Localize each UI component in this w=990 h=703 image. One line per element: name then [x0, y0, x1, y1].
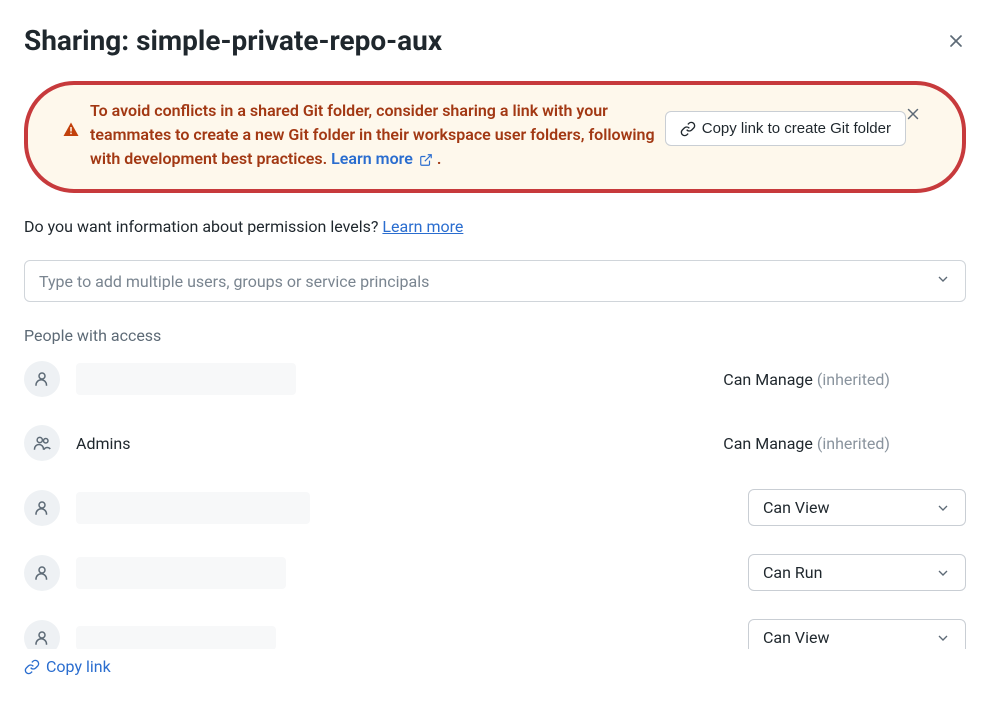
- git-share-alert: To avoid conflicts in a shared Git folde…: [24, 81, 966, 193]
- redacted-user-name: [76, 492, 310, 524]
- person-icon: [33, 629, 51, 647]
- alert-message: To avoid conflicts in a shared Git folde…: [90, 99, 655, 171]
- principal-name: Admins: [76, 434, 707, 453]
- permission-select[interactable]: Can View: [748, 619, 966, 649]
- permission-label: Can Manage (inherited): [723, 370, 890, 389]
- link-icon: [680, 121, 696, 137]
- avatar: [24, 620, 60, 650]
- permission-select[interactable]: Can Run: [748, 554, 966, 591]
- chevron-down-icon: [935, 500, 951, 516]
- person-icon: [33, 564, 51, 582]
- close-dialog-button[interactable]: [946, 31, 966, 51]
- close-icon: [946, 31, 966, 51]
- dialog-title: Sharing: simple-private-repo-aux: [24, 24, 442, 57]
- permission-info-text: Do you want information about permission…: [24, 217, 966, 236]
- chevron-down-icon: [935, 630, 951, 646]
- access-row: Can Manage (inherited): [24, 361, 966, 397]
- access-row: Can View: [24, 619, 966, 649]
- permission-label: Can Manage (inherited): [723, 434, 890, 453]
- permission-select[interactable]: Can View: [748, 489, 966, 526]
- chevron-down-icon: [935, 271, 951, 291]
- people-with-access-label: People with access: [24, 326, 966, 345]
- avatar: [24, 361, 60, 397]
- redacted-user-name: [76, 363, 296, 395]
- external-link-icon: [419, 153, 433, 167]
- close-icon: [904, 105, 922, 123]
- person-icon: [33, 370, 51, 388]
- access-row: Admins Can Manage (inherited): [24, 425, 966, 461]
- access-row: Can Run: [24, 554, 966, 591]
- avatar: [24, 490, 60, 526]
- avatar: [24, 555, 60, 591]
- redacted-user-name: [76, 626, 276, 650]
- copy-link-button[interactable]: Copy link: [24, 657, 111, 676]
- link-icon: [24, 659, 40, 675]
- warning-icon: [62, 121, 80, 143]
- redacted-user-name: [76, 557, 286, 589]
- chevron-down-icon: [935, 565, 951, 581]
- add-input-placeholder: Type to add multiple users, groups or se…: [39, 272, 429, 291]
- avatar: [24, 425, 60, 461]
- alert-learn-more-link[interactable]: Learn more: [331, 149, 437, 168]
- add-principals-input[interactable]: Type to add multiple users, groups or se…: [24, 260, 966, 302]
- permission-learn-more-link[interactable]: Learn more: [382, 217, 463, 236]
- access-row: Can View: [24, 489, 966, 526]
- alert-close-button[interactable]: [904, 105, 922, 127]
- copy-git-folder-link-button[interactable]: Copy link to create Git folder: [665, 111, 906, 146]
- group-icon: [33, 434, 51, 452]
- person-icon: [33, 499, 51, 517]
